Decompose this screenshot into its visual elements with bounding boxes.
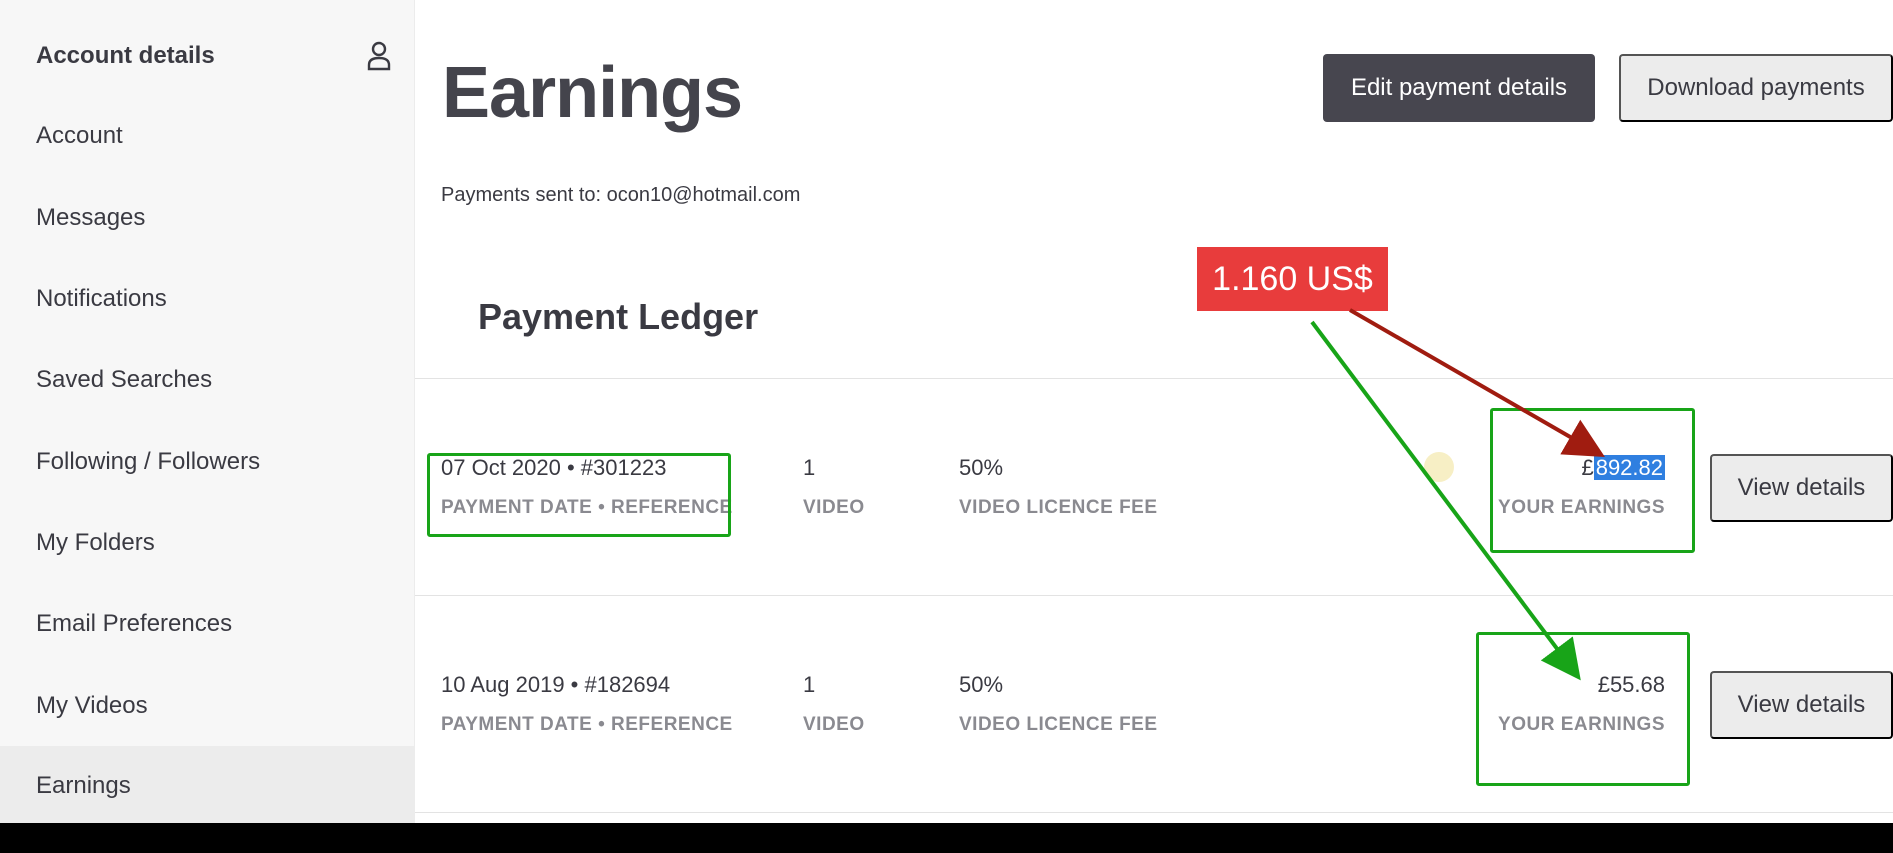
payment-date-reference: 10 Aug 2019 • #182694 [441,672,671,697]
sidebar-header: Account details [36,36,393,76]
view-details-button[interactable]: View details [1710,671,1893,739]
sidebar-item-saved-searches[interactable]: Saved Searches [36,360,212,400]
sidebar-item-my-folders[interactable]: My Folders [36,523,155,563]
licence-fee: 50% [959,455,1004,480]
sidebar: Account details Account Messages Notific… [0,0,415,823]
sidebar-item-my-videos[interactable]: My Videos [36,686,148,726]
video-count-label: VIDEO [803,714,865,735]
annotation-box-date-reference [427,453,731,537]
payments-sent-to: Payments sent to: ocon10@hotmail.com [441,184,801,206]
licence-fee-label: VIDEO LICENCE FEE [959,497,1158,518]
view-details-button[interactable]: View details [1710,454,1893,522]
edit-payment-details-button[interactable]: Edit payment details [1323,54,1595,122]
page-title: Earnings [442,53,743,133]
table-row-divider [415,812,1893,823]
video-count: 1 [803,672,816,697]
sidebar-title: Account details [36,42,215,69]
payment-date-reference-label: PAYMENT DATE • REFERENCE [441,714,733,735]
video-count: 1 [803,455,816,480]
annotation-box-earnings-2 [1476,632,1690,786]
sidebar-item-messages[interactable]: Messages [36,198,145,238]
sidebar-item-earnings[interactable]: Earnings [0,746,415,823]
sidebar-item-account[interactable]: Account [36,116,123,156]
sidebar-item-notifications[interactable]: Notifications [36,279,167,319]
licence-fee: 50% [959,672,1004,697]
licence-fee-label: VIDEO LICENCE FEE [959,714,1158,735]
sidebar-item-email-preferences[interactable]: Email Preferences [36,604,232,644]
download-payments-button[interactable]: Download payments [1619,54,1893,122]
ledger-title: Payment Ledger [478,296,759,337]
price-annotation-tag: 1.160 US$ [1197,247,1388,311]
mouse-cursor-highlight [1424,452,1454,482]
sidebar-item-following-followers[interactable]: Following / Followers [36,442,260,482]
annotation-box-earnings-1 [1490,408,1695,553]
user-outline-icon[interactable] [365,40,393,72]
video-count-label: VIDEO [803,497,865,518]
